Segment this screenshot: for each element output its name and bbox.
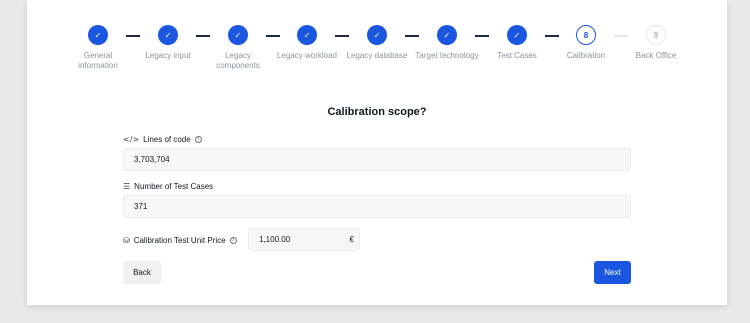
step-target-technology[interactable]: ✓ Target technology — [412, 25, 482, 61]
step-label: Calibration — [566, 51, 606, 60]
test-cases-label: ☰ Number of Test Cases — [123, 182, 213, 191]
field-label-text: Calibration Test Unit Price — [133, 236, 226, 245]
check-icon: ✓ — [367, 25, 387, 45]
field-label-text: Lines of code — [143, 135, 191, 144]
step-label: Legacy database — [346, 51, 408, 60]
lines-of-code-input[interactable]: 3,703,704 — [123, 148, 631, 171]
step-label: General information — [78, 51, 118, 70]
step-label: Legacy input — [145, 51, 191, 60]
coins-icon: ⛁ — [123, 236, 130, 245]
step-legacy-components[interactable]: ✓ Legacy components — [203, 25, 273, 71]
step-back-office[interactable]: 9 Back Office — [621, 25, 691, 61]
step-label: Legacy components — [216, 51, 260, 70]
check-icon: ✓ — [228, 25, 248, 45]
check-icon: ✓ — [437, 25, 457, 45]
input-value: 3,703,704 — [134, 155, 170, 164]
step-label: Legacy workload — [276, 51, 338, 60]
step-calibration[interactable]: 8 Calibration — [551, 25, 621, 61]
page-title: Calibration scope? — [327, 106, 427, 118]
step-label: Test Cases — [497, 51, 537, 60]
list-check-icon: ☰ — [123, 182, 131, 191]
check-icon: ✓ — [507, 25, 527, 45]
step-legacy-database[interactable]: ✓ Legacy database — [342, 25, 412, 61]
currency-symbol: € — [349, 235, 354, 244]
help-icon[interactable]: ? — [229, 237, 237, 244]
stepper: ✓ General information ✓ Legacy input ✓ L… — [27, 0, 727, 80]
step-legacy-workload[interactable]: ✓ Legacy workload — [272, 25, 342, 61]
check-icon: ✓ — [158, 25, 178, 45]
step-number: 8 — [576, 25, 596, 45]
test-cases-input[interactable]: 371 — [123, 195, 631, 218]
step-legacy-input[interactable]: ✓ Legacy input — [133, 25, 203, 61]
code-icon: </> — [123, 135, 140, 144]
check-icon: ✓ — [88, 25, 108, 45]
input-value: 1,100.00 — [259, 235, 291, 244]
step-label: Target technology — [415, 51, 479, 60]
unit-price-input[interactable]: 1,100.00 € — [248, 228, 360, 251]
unit-price-label: ⛁ Calibration Test Unit Price ? — [123, 236, 237, 245]
wizard-card: ✓ General information ✓ Legacy input ✓ L… — [27, 0, 727, 305]
next-button[interactable]: Next — [594, 261, 631, 284]
field-label-text: Number of Test Cases — [134, 182, 214, 191]
lines-of-code-label: </> Lines of code ? — [123, 135, 202, 144]
input-value: 371 — [134, 202, 148, 211]
step-label: Back Office — [635, 51, 677, 60]
help-icon[interactable]: ? — [194, 136, 202, 143]
back-button[interactable]: Back — [123, 261, 161, 284]
step-general-information[interactable]: ✓ General information — [63, 25, 133, 71]
step-number: 9 — [646, 25, 666, 45]
step-test-cases[interactable]: ✓ Test Cases — [482, 25, 552, 61]
check-icon: ✓ — [297, 25, 317, 45]
